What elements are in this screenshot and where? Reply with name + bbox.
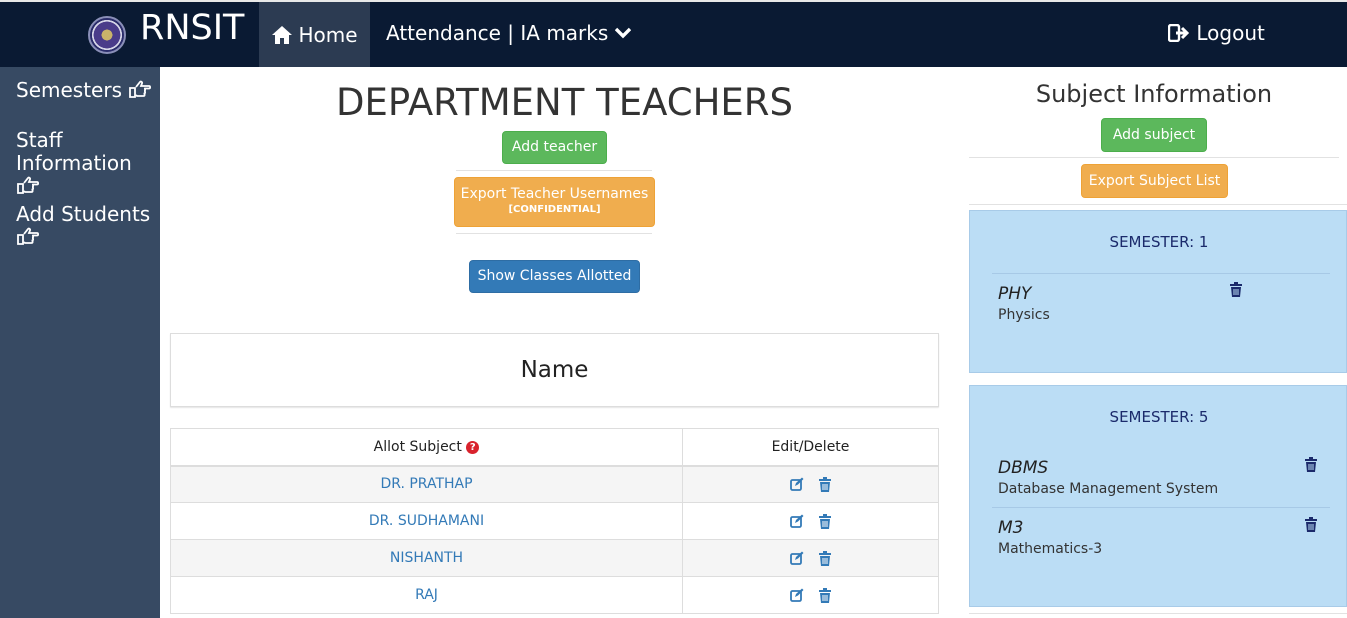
table-row: DR. SUDHAMANI [170, 502, 939, 540]
subject-name: Physics [998, 307, 1050, 323]
hand-pointer-icon [17, 227, 40, 245]
subject-information-panel: Subject Information Add subject Export S… [969, 67, 1347, 618]
sidebar: Semesters Staff Information Add Students [0, 67, 160, 618]
subject-code: DBMS [998, 458, 1049, 478]
edit-icon[interactable] [790, 588, 804, 602]
sidebar-item-label: Staff Information [16, 128, 132, 175]
export-teacher-usernames-button[interactable]: Export Teacher Usernames [CONFIDENTIAL] [454, 177, 655, 227]
divider [969, 204, 1347, 205]
teacher-link[interactable]: DR. SUDHAMANI [369, 513, 484, 529]
nav-attendance-dropdown[interactable]: Attendance | IA marks [386, 21, 631, 45]
trash-icon[interactable] [818, 476, 831, 492]
subject-name: Database Management System [998, 481, 1219, 497]
sidebar-item-staff-information[interactable]: Staff Information [16, 129, 156, 198]
trash-icon[interactable] [818, 550, 831, 566]
edit-icon[interactable] [790, 477, 804, 492]
logout-label: Logout [1196, 21, 1265, 45]
brand-title[interactable]: RNSIT [140, 8, 244, 48]
semester-label: SEMESTER: 5 [1109, 408, 1209, 426]
sidebar-item-label: Semesters [16, 78, 122, 102]
table-row: NISHANTH [170, 539, 939, 577]
sidebar-item-add-students[interactable]: Add Students [16, 203, 156, 249]
college-logo [88, 16, 126, 54]
top-navbar: RNSIT Home Attendance | IA marks Logout [0, 0, 1347, 67]
subject-name: Mathematics-3 [998, 541, 1103, 557]
table-row: RAJ [170, 576, 939, 614]
show-classes-allotted-button[interactable]: Show Classes Allotted [469, 260, 640, 293]
column-header-allot-subject: Allot Subject ? [170, 428, 683, 467]
semester-card: SEMESTER: 5 DBMS Database Management Sys… [969, 385, 1347, 607]
divider [969, 613, 1347, 614]
name-header-panel: Name [170, 333, 939, 407]
teachers-table: Allot Subject ? Edit/Delete DR. PRATHAP … [170, 428, 939, 614]
subject-information-title: Subject Information [1035, 80, 1273, 108]
divider [456, 233, 652, 234]
hand-pointer-icon [17, 176, 40, 194]
delete-subject-icon[interactable] [1230, 282, 1242, 297]
hand-pointer-icon [129, 80, 152, 98]
nav-home[interactable]: Home [259, 2, 370, 67]
export-subject-list-button[interactable]: Export Subject List [1081, 164, 1228, 198]
divider [992, 507, 1330, 508]
sidebar-item-semesters[interactable]: Semesters [16, 79, 156, 102]
trash-icon[interactable] [818, 587, 831, 603]
trash-icon[interactable] [818, 513, 831, 529]
table-header-row: Allot Subject ? Edit/Delete [170, 428, 939, 467]
semester-card: SEMESTER: 1 PHY Physics [969, 210, 1347, 373]
add-subject-button[interactable]: Add subject [1101, 118, 1207, 152]
main-content: DEPARTMENT TEACHERS Add teacher Export T… [160, 67, 969, 618]
nav-home-label: Home [298, 22, 358, 47]
help-icon[interactable]: ? [466, 440, 480, 454]
subject-code: PHY [998, 284, 1032, 304]
table-row: DR. PRATHAP [170, 465, 939, 503]
teacher-link[interactable]: NISHANTH [390, 550, 463, 566]
edit-icon[interactable] [790, 551, 804, 565]
page-title: DEPARTMENT TEACHERS [336, 81, 793, 124]
divider [456, 170, 652, 171]
export-button-sublabel: [CONFIDENTIAL] [508, 204, 601, 215]
divider [992, 273, 1330, 274]
divider [969, 157, 1339, 158]
teacher-link[interactable]: DR. PRATHAP [380, 476, 472, 492]
name-header: Name [520, 357, 589, 383]
logout-link[interactable]: Logout [1167, 21, 1265, 45]
nav-attendance-label: Attendance | IA marks [386, 21, 609, 45]
delete-subject-icon[interactable] [1305, 457, 1317, 472]
logout-icon [1167, 23, 1190, 43]
edit-icon[interactable] [790, 514, 804, 528]
chevron-down-icon [614, 27, 631, 39]
semester-label: SEMESTER: 1 [1109, 233, 1209, 251]
subject-code: M3 [998, 518, 1024, 538]
export-button-label: Export Teacher Usernames [460, 186, 649, 202]
column-header-edit-delete: Edit/Delete [682, 428, 939, 467]
teacher-link[interactable]: RAJ [415, 587, 438, 603]
delete-subject-icon[interactable] [1305, 517, 1317, 532]
sidebar-item-label: Add Students [16, 202, 151, 226]
home-icon [272, 25, 293, 44]
add-teacher-button[interactable]: Add teacher [502, 131, 607, 164]
